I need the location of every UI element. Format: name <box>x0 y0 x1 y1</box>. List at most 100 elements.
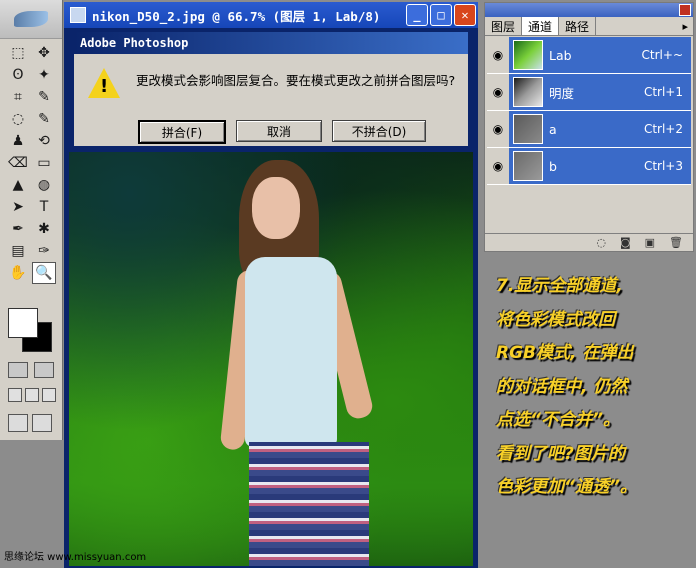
channel-name: b <box>549 158 557 174</box>
delete-channel-icon[interactable]: 🗑 <box>669 236 683 249</box>
magic-wand-tool-icon[interactable]: ✦ <box>32 64 56 86</box>
type-tool-icon[interactable]: T <box>32 196 56 218</box>
custom-shape-tool-icon[interactable]: ✱ <box>32 218 56 240</box>
marquee-tool-icon[interactable]: ⬚ <box>6 42 30 64</box>
mask-mode-buttons <box>8 362 54 378</box>
tab-paths[interactable]: 路径 <box>559 17 597 35</box>
channel-row-lightness[interactable]: ◉ 明度 Ctrl+1 <box>487 74 691 111</box>
eyedropper-tool-icon[interactable]: ✑ <box>32 240 56 262</box>
channel-body[interactable]: a Ctrl+2 <box>509 111 691 147</box>
full-screen-button[interactable] <box>42 388 56 402</box>
flatten-button[interactable]: 拼合(F) <box>138 120 226 144</box>
zoom-tool-icon[interactable]: 🔍 <box>32 262 56 284</box>
caption-line: 点选“不合并”。 <box>496 410 620 430</box>
channel-thumbnail <box>513 114 543 144</box>
panel-footer: ◌ ◙ ▣ 🗑 <box>485 233 693 251</box>
eraser-tool-icon[interactable]: ⌫ <box>6 152 30 174</box>
quick-mask-mode-button[interactable] <box>34 362 54 378</box>
caption-line: 的对话框中, 仍然 <box>496 376 628 397</box>
healing-brush-tool-icon[interactable]: ◌ <box>6 108 30 130</box>
blur-tool-icon[interactable]: ▲ <box>6 174 30 196</box>
channel-name: 明度 <box>549 85 575 101</box>
photo-subject-face <box>252 177 300 239</box>
full-screen-menu-button[interactable] <box>25 388 39 402</box>
notes-tool-icon[interactable]: ▤ <box>6 240 30 262</box>
maximize-button[interactable]: □ <box>430 4 452 26</box>
lasso-tool-icon[interactable]: ʘ <box>6 64 30 86</box>
pen-tool-icon[interactable]: ✒ <box>6 218 30 240</box>
clone-stamp-tool-icon[interactable]: ♟ <box>6 130 30 152</box>
screen-mode-buttons <box>8 388 56 402</box>
dont-flatten-button[interactable]: 不拼合(D) <box>332 120 426 142</box>
channel-row-lab[interactable]: ◉ Lab Ctrl+~ <box>487 37 691 74</box>
channel-thumbnail <box>513 77 543 107</box>
standard-mode-button[interactable] <box>8 362 28 378</box>
slice-tool-icon[interactable]: ✎ <box>32 86 56 108</box>
channel-shortcut: Ctrl+1 <box>643 85 683 99</box>
brush-tool-icon[interactable]: ✎ <box>32 108 56 130</box>
channel-body[interactable]: 明度 Ctrl+1 <box>509 74 691 110</box>
tool-grid: ⬚ ✥ ʘ ✦ ⌗ ✎ ◌ ✎ ♟ ⟲ ⌫ ▭ ▲ ◍ ➤ T ✒ ✱ ▤ ✑ ✋ 🔍 <box>6 42 58 284</box>
document-title: nikon_D50_2.jpg @ 66.7% (图层 1, Lab/8) <box>92 8 381 24</box>
channel-shortcut: Ctrl+2 <box>643 122 683 136</box>
history-brush-tool-icon[interactable]: ⟲ <box>32 130 56 152</box>
caption-line: 7.显示全部通道, <box>496 276 623 296</box>
toolbox-header <box>0 0 62 39</box>
document-title-bar[interactable]: nikon_D50_2.jpg @ 66.7% (图层 1, Lab/8) _ … <box>64 2 478 28</box>
minimize-button[interactable]: _ <box>406 4 428 26</box>
watermark: 思缘论坛 www.missyuan.com <box>4 552 147 563</box>
gradient-tool-icon[interactable]: ▭ <box>32 152 56 174</box>
photo-subject-top <box>245 257 337 447</box>
edit-in-imageready-button[interactable] <box>32 414 52 432</box>
save-selection-icon[interactable]: ◙ <box>620 236 631 249</box>
hand-tool-icon[interactable]: ✋ <box>6 262 30 284</box>
channel-body[interactable]: b Ctrl+3 <box>509 148 691 184</box>
jump-to-imageready-button[interactable] <box>8 414 28 432</box>
channel-body[interactable]: Lab Ctrl+~ <box>509 37 691 73</box>
color-swatches[interactable] <box>8 308 54 354</box>
caption-line: 将色彩模式改回 <box>496 309 615 330</box>
tab-channels[interactable]: 通道 <box>522 17 560 35</box>
move-tool-icon[interactable]: ✥ <box>32 42 56 64</box>
tab-layers[interactable]: 图层 <box>485 17 523 35</box>
panel-tabs: 图层 通道 路径 ▸ <box>485 17 693 36</box>
flatten-dialog: Adobe Photoshop ! 更改模式会影响图层复合。要在模式更改之前拼合… <box>72 30 470 148</box>
channel-list: ◉ Lab Ctrl+~ ◉ 明度 Ctrl+1 ◉ a Ctrl+2 ◉ b … <box>487 37 691 185</box>
panel-title-bar[interactable] <box>485 3 693 17</box>
panel-close-icon[interactable] <box>679 4 691 16</box>
caption-line: RGB模式, 在弹出 <box>496 343 634 363</box>
channel-shortcut: Ctrl+~ <box>641 48 683 62</box>
channel-name: Lab <box>549 47 572 63</box>
visibility-eye-icon[interactable]: ◉ <box>487 148 509 184</box>
jump-buttons <box>8 414 52 432</box>
channels-panel: 图层 通道 路径 ▸ ◉ Lab Ctrl+~ ◉ 明度 Ctrl+1 ◉ a … <box>484 2 694 252</box>
visibility-eye-icon[interactable]: ◉ <box>487 37 509 73</box>
channel-row-a[interactable]: ◉ a Ctrl+2 <box>487 111 691 148</box>
caption-line: 看到了吧?图片的 <box>496 443 625 464</box>
visibility-eye-icon[interactable]: ◉ <box>487 74 509 110</box>
dodge-tool-icon[interactable]: ◍ <box>32 174 56 196</box>
warning-icon-mark: ! <box>100 76 109 97</box>
photo-subject-skirt <box>249 442 369 566</box>
dialog-buttons: 拼合(F) 取消 不拼合(D) <box>138 120 426 144</box>
cancel-button[interactable]: 取消 <box>236 120 322 142</box>
toolbox: ⬚ ✥ ʘ ✦ ⌗ ✎ ◌ ✎ ♟ ⟲ ⌫ ▭ ▲ ◍ ➤ T ✒ ✱ ▤ ✑ ✋ 🔍 <box>0 0 63 440</box>
photoshop-feather-logo <box>14 11 48 27</box>
channel-thumbnail <box>513 40 543 70</box>
standard-screen-button[interactable] <box>8 388 22 402</box>
new-channel-icon[interactable]: ▣ <box>645 236 655 249</box>
document-icon <box>70 7 86 23</box>
document-canvas-photo[interactable] <box>69 152 473 566</box>
foreground-color-swatch[interactable] <box>8 308 38 338</box>
path-selection-tool-icon[interactable]: ➤ <box>6 196 30 218</box>
channel-row-b[interactable]: ◉ b Ctrl+3 <box>487 148 691 185</box>
crop-tool-icon[interactable]: ⌗ <box>6 86 30 108</box>
channel-name: a <box>549 121 557 137</box>
dialog-message: 更改模式会影响图层复合。要在模式更改之前拼合图层吗? <box>136 73 456 88</box>
dialog-title[interactable]: Adobe Photoshop <box>74 32 468 54</box>
close-button[interactable]: ✕ <box>454 4 476 26</box>
visibility-eye-icon[interactable]: ◉ <box>487 111 509 147</box>
load-selection-icon[interactable]: ◌ <box>596 236 606 249</box>
panel-menu-arrow-icon[interactable]: ▸ <box>677 17 693 35</box>
tutorial-caption: 7.显示全部通道, 将色彩模式改回 RGB模式, 在弹出 的对话框中, 仍然 点… <box>496 270 692 505</box>
